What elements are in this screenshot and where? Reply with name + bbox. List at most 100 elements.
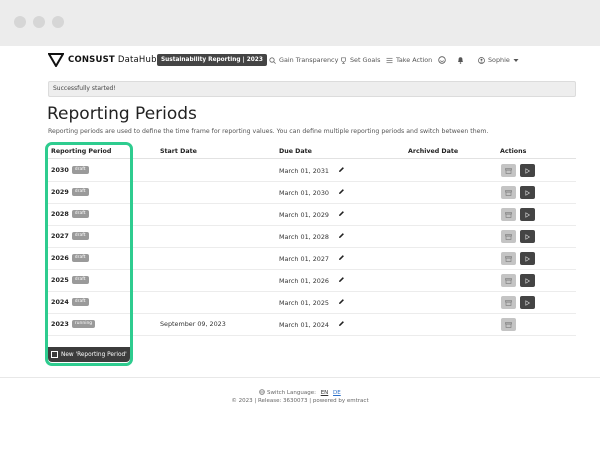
archive-box-icon <box>505 211 512 218</box>
edit-due-date-button[interactable] <box>338 254 345 263</box>
pencil-icon <box>338 277 344 282</box>
notifications-button[interactable] <box>457 56 467 64</box>
pencil-icon <box>338 189 344 194</box>
user-icon <box>478 56 485 64</box>
header-archived-date: Archived Date <box>408 148 459 155</box>
edit-due-date-button[interactable] <box>338 188 345 197</box>
play-icon <box>525 167 530 174</box>
pencil-icon <box>338 233 344 238</box>
trophy-icon <box>341 56 346 64</box>
pencil-icon <box>338 299 344 304</box>
pencil-icon <box>338 321 344 326</box>
consust-logo-icon <box>48 53 64 67</box>
start-period-button[interactable] <box>520 186 535 199</box>
header-actions: Actions <box>500 148 527 155</box>
play-icon <box>525 255 530 262</box>
archive-box-icon <box>505 233 512 240</box>
window-minimize-dot[interactable] <box>33 16 45 28</box>
due-date-cell: March 01, 2025 <box>279 298 345 307</box>
due-date-value: March 01, 2027 <box>279 254 329 263</box>
archive-box-icon <box>505 189 512 196</box>
due-date-value: March 01, 2030 <box>279 188 329 197</box>
project-badge[interactable]: Sustainability Reporting | 2023 <box>157 54 267 66</box>
start-period-button[interactable] <box>520 274 535 287</box>
switch-language-label: Switch Language: <box>267 390 316 396</box>
due-date-value: March 01, 2028 <box>279 232 329 241</box>
archive-box-icon <box>505 277 512 284</box>
due-date-cell: March 01, 2024 <box>279 320 345 329</box>
language-de-link[interactable]: DE <box>333 390 341 396</box>
emoji-button[interactable] <box>438 56 449 64</box>
play-icon <box>525 211 530 218</box>
start-period-button[interactable] <box>520 230 535 243</box>
archive-button[interactable] <box>501 164 516 177</box>
archive-button[interactable] <box>501 230 516 243</box>
archive-box-icon <box>505 255 512 262</box>
due-date-value: March 01, 2031 <box>279 166 329 175</box>
start-period-button[interactable] <box>520 252 535 265</box>
due-date-cell: March 01, 2028 <box>279 232 345 241</box>
due-date-value: March 01, 2024 <box>279 320 329 329</box>
nav-gain-transparency-label: Gain Transparency <box>279 56 339 64</box>
archive-box-icon <box>505 167 512 174</box>
archive-box-icon <box>505 299 512 306</box>
pencil-icon <box>338 167 344 172</box>
start-date-cell: September 09, 2023 <box>160 320 226 328</box>
globe-icon <box>259 389 266 395</box>
start-period-button[interactable] <box>520 208 535 221</box>
add-icon <box>51 351 58 358</box>
page-title: Reporting Periods <box>47 104 197 124</box>
archive-button[interactable] <box>501 318 516 331</box>
play-icon <box>525 189 530 196</box>
success-alert: Successfully started! <box>48 81 576 97</box>
archive-button[interactable] <box>501 296 516 309</box>
app-logo[interactable]: CONSUST DataHub <box>48 53 157 67</box>
smiley-icon <box>438 56 446 64</box>
edit-due-date-button[interactable] <box>338 320 345 329</box>
footer-release-info: © 2023 | Release: 3630073 | powered by e… <box>231 398 369 404</box>
nav-take-action[interactable]: Take Action <box>386 56 432 64</box>
nav-gain-transparency[interactable]: Gain Transparency <box>269 56 338 64</box>
due-date-cell: March 01, 2027 <box>279 254 345 263</box>
edit-due-date-button[interactable] <box>338 232 345 241</box>
play-icon <box>525 277 530 284</box>
archive-button[interactable] <box>501 252 516 265</box>
user-name: Sophie <box>488 56 510 64</box>
language-en-link[interactable]: EN <box>321 390 329 396</box>
start-period-button[interactable] <box>520 296 535 309</box>
due-date-cell: March 01, 2030 <box>279 188 345 197</box>
top-navbar: CONSUST DataHub Sustainability Reporting… <box>0 46 600 74</box>
user-menu[interactable]: Sophie <box>478 56 522 64</box>
page-description: Reporting periods are used to define the… <box>48 128 489 135</box>
bell-icon <box>458 57 463 64</box>
edit-due-date-button[interactable] <box>338 210 345 219</box>
edit-due-date-button[interactable] <box>338 166 345 175</box>
list-icon <box>386 57 393 63</box>
archive-button[interactable] <box>501 208 516 221</box>
app-logo-text: CONSUST DataHub <box>68 55 157 65</box>
new-reporting-period-label: New 'Reporting Period' <box>61 351 127 358</box>
due-date-value: March 01, 2026 <box>279 276 329 285</box>
window-maximize-dot[interactable] <box>52 16 64 28</box>
header-start-date: Start Date <box>160 148 197 155</box>
nav-set-goals[interactable]: Set Goals <box>340 56 380 64</box>
archive-box-icon <box>505 321 512 328</box>
edit-due-date-button[interactable] <box>338 276 345 285</box>
new-reporting-period-button[interactable]: New 'Reporting Period' <box>48 347 130 362</box>
caret-down-icon <box>513 58 519 62</box>
pencil-icon <box>338 255 344 260</box>
play-icon <box>525 233 530 240</box>
browser-chrome <box>0 0 600 46</box>
footer-divider <box>0 377 600 378</box>
archive-button[interactable] <box>501 186 516 199</box>
play-icon <box>525 299 530 306</box>
header-due-date: Due Date <box>279 148 312 155</box>
archive-button[interactable] <box>501 274 516 287</box>
highlight-outline <box>45 142 133 366</box>
edit-due-date-button[interactable] <box>338 298 345 307</box>
nav-take-action-label: Take Action <box>396 56 433 64</box>
start-period-button[interactable] <box>520 164 535 177</box>
due-date-value: March 01, 2025 <box>279 298 329 307</box>
due-date-cell: March 01, 2031 <box>279 166 345 175</box>
window-close-dot[interactable] <box>14 16 26 28</box>
